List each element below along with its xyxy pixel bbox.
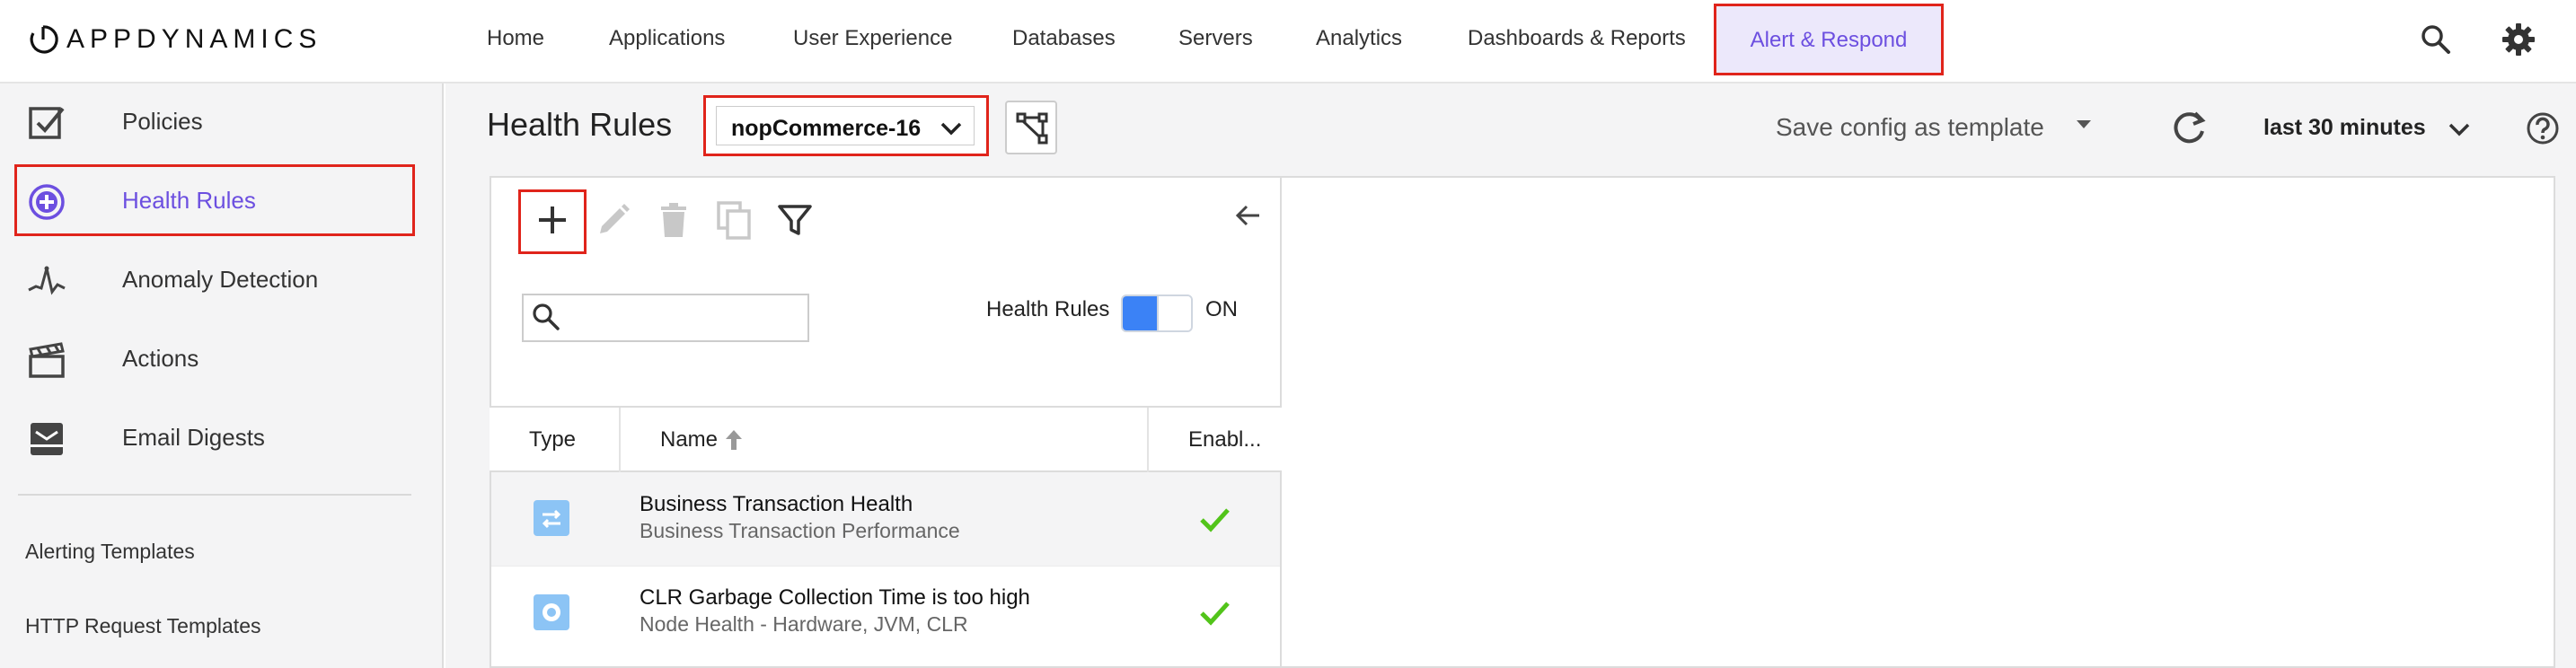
node-health-icon — [534, 594, 569, 630]
search-icon[interactable] — [2418, 22, 2454, 57]
row-subtitle: Business Transaction Performance — [640, 519, 960, 542]
flow-map-icon — [1016, 112, 1048, 145]
search-icon — [533, 303, 560, 330]
copy-icon[interactable] — [714, 199, 755, 241]
appdynamics-logo[interactable]: APPDYNAMICS — [27, 22, 322, 57]
nav-user-experience[interactable]: User Experience — [793, 0, 952, 84]
sidebar-item-actions[interactable]: Actions — [0, 322, 444, 394]
logo-text: APPDYNAMICS — [66, 24, 322, 54]
row-name[interactable]: Business Transaction Health — [640, 492, 913, 517]
health-rules-highlight-box — [14, 164, 415, 236]
delete-icon[interactable] — [653, 199, 694, 241]
sidebar-item-label: Actions — [122, 345, 199, 372]
nav-applications[interactable]: Applications — [609, 0, 725, 84]
sidebar-link-http-request-templates[interactable]: HTTP Request Templates — [25, 614, 261, 638]
checkbox-icon — [29, 107, 65, 139]
row-name[interactable]: CLR Garbage Collection Time is too high — [640, 585, 1030, 611]
column-divider — [1147, 408, 1149, 472]
nav-databases[interactable]: Databases — [1012, 0, 1116, 84]
column-header-enabled[interactable]: Enabl... — [1188, 408, 1261, 472]
flow-map-button[interactable] — [1005, 101, 1057, 154]
check-icon — [1200, 602, 1230, 626]
sidebar-item-label: Email Digests — [122, 424, 265, 451]
gear-icon[interactable] — [2501, 22, 2536, 57]
refresh-icon[interactable] — [2168, 108, 2210, 149]
toggle-fill — [1123, 296, 1157, 330]
save-config-template-button[interactable]: Save config as template — [1776, 113, 2044, 142]
nav-analytics[interactable]: Analytics — [1316, 0, 1402, 84]
page-title: Health Rules — [487, 106, 673, 143]
business-transaction-icon — [534, 500, 569, 536]
nav-dashboards-reports[interactable]: Dashboards & Reports — [1468, 0, 1686, 84]
sidebar-item-anomaly-detection[interactable]: Anomaly Detection — [0, 243, 444, 315]
nav-home[interactable]: Home — [487, 0, 544, 84]
sort-ascending-icon[interactable] — [724, 428, 744, 452]
nav-servers[interactable]: Servers — [1178, 0, 1253, 84]
row-subtitle: Node Health - Hardware, JVM, CLR — [640, 612, 968, 636]
logo-icon — [30, 25, 58, 54]
clapperboard-icon — [29, 342, 65, 378]
anomaly-wave-icon — [28, 266, 66, 295]
column-header-name[interactable]: Name — [660, 408, 718, 472]
nav-alert-respond[interactable]: Alert & Respond — [1714, 4, 1944, 75]
caret-down-icon[interactable] — [2077, 120, 2091, 128]
sidebar-item-policies[interactable]: Policies — [0, 85, 444, 157]
toggle-label: Health Rules — [986, 297, 1110, 321]
arrow-left-icon[interactable] — [1232, 199, 1265, 232]
toggle-knob — [1157, 296, 1191, 330]
application-selector[interactable]: nopCommerce-16 — [703, 95, 989, 156]
sidebar-item-label: Policies — [122, 108, 203, 135]
application-selector-value: nopCommerce-16 — [731, 116, 922, 141]
help-icon[interactable] — [2526, 111, 2560, 145]
add-button-highlight-box — [518, 189, 587, 254]
sidebar-item-email-digests[interactable]: Email Digests — [0, 401, 444, 473]
search-input[interactable] — [522, 294, 809, 342]
sidebar-link-alerting-templates[interactable]: Alerting Templates — [25, 540, 195, 564]
table-header: Type Name Enabl... — [490, 406, 1282, 472]
mail-tray-icon — [31, 423, 63, 455]
check-icon — [1200, 508, 1230, 532]
time-range-selector[interactable]: last 30 minutes — [2263, 115, 2426, 141]
edit-icon[interactable] — [593, 199, 634, 241]
chevron-down-icon — [940, 122, 962, 136]
sidebar-item-label: Anomaly Detection — [122, 266, 319, 293]
health-rule-detail-panel — [1282, 176, 2555, 668]
sidebar-divider — [18, 494, 411, 496]
top-navigation-bar: APPDYNAMICS Home Applications User Exper… — [0, 0, 2576, 84]
chevron-down-icon[interactable] — [2447, 117, 2472, 142]
column-header-type[interactable]: Type — [529, 408, 576, 472]
toggle-state: ON — [1205, 297, 1238, 321]
filter-icon[interactable] — [774, 199, 816, 241]
column-divider — [619, 408, 621, 472]
